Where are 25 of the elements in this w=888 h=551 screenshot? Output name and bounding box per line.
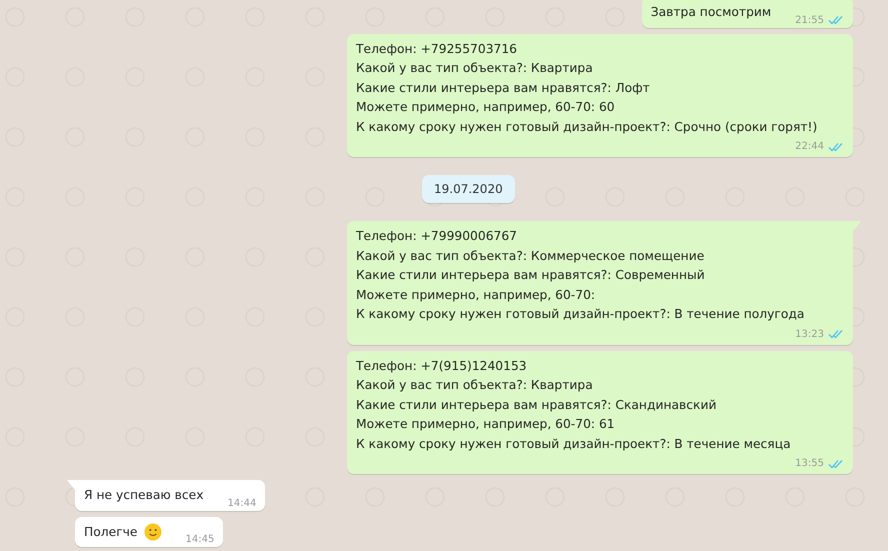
message-line: Можете примерно, например, 60-70:: [356, 286, 596, 304]
message-text: Полегче: [84, 524, 138, 540]
message-text: Завтра посмотрим: [650, 4, 772, 21]
message-time: 21:55: [795, 14, 824, 26]
message-line: К какому сроку нужен готовый дизайн-проект?: В течение полугода: [356, 306, 806, 323]
message-time: 22:44: [795, 141, 824, 152]
message-line: Телефон: +7(915)1240153: [356, 358, 528, 374]
message-line: Можете примерно, например, 60-70: 61: [356, 416, 616, 433]
message-line: Можете примерно, например, 60-70: 60: [356, 99, 616, 116]
message-line: Какие стили интерьера вам нравятся?: Лофт: [356, 80, 651, 96]
message-line: Какой у вас тип объекта?: Квартира: [356, 60, 594, 77]
message-text: Я не успеваю всех: [84, 487, 204, 504]
message-line: Какой у вас тип объекта?: Квартира: [356, 377, 594, 394]
message-time: 13:55: [795, 458, 824, 469]
message-line: Какой у вас тип объекта?: Коммерческое помещение: [356, 248, 706, 264]
message-time: 13:23: [795, 328, 824, 340]
message-time: 14:44: [228, 498, 256, 508]
message-line: Телефон: +79990006767: [356, 228, 518, 245]
message-line: Какие стили интерьера вам нравятся?: Скандинавский: [356, 396, 718, 414]
message-line: К какому сроку нужен готовый дизайн-проект?: В течение месяца: [356, 436, 792, 452]
message-line: Телефон: +79255703716: [356, 40, 518, 58]
message-time: 14:45: [186, 534, 214, 545]
message-line: К какому сроку нужен готовый дизайн-проект?: Срочно (сроки горят!): [356, 118, 818, 136]
date-badge: 19.07.2020: [422, 175, 515, 203]
message-line: Какие стили интерьера вам нравятся?: Современный: [356, 267, 706, 284]
